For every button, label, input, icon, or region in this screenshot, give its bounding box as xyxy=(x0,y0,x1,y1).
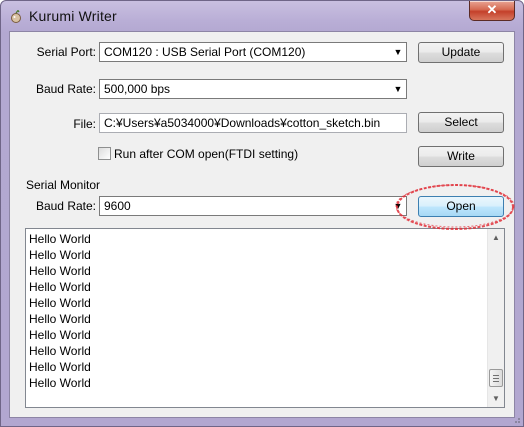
monitor-lines: Hello World Hello World Hello World Hell… xyxy=(29,231,91,391)
run-after-checkbox[interactable] xyxy=(98,147,111,160)
select-button[interactable]: Select xyxy=(418,112,504,133)
file-path-input[interactable]: C:¥Users¥a5034000¥Downloads¥cotton_sketc… xyxy=(99,113,407,133)
chevron-down-icon: ▼ xyxy=(393,47,403,57)
close-icon: ✕ xyxy=(486,2,498,17)
monitor-line: Hello World xyxy=(29,232,91,246)
title-bar[interactable]: Kurumi Writer ✕ xyxy=(1,1,523,31)
baud-rate-label: Baud Rate: xyxy=(35,82,96,96)
write-button[interactable]: Write xyxy=(418,146,504,167)
monitor-line: Hello World xyxy=(29,328,91,342)
scrollbar-thumb[interactable] xyxy=(489,369,503,387)
baud-rate-select[interactable]: 500,000 bps ▼ xyxy=(99,79,407,99)
close-button[interactable]: ✕ xyxy=(469,1,515,21)
monitor-line: Hello World xyxy=(29,344,91,358)
kurumi-app-icon xyxy=(11,10,21,23)
monitor-line: Hello World xyxy=(29,376,91,390)
window-title: Kurumi Writer xyxy=(29,8,117,24)
update-button[interactable]: Update xyxy=(418,42,504,63)
file-label: File: xyxy=(73,117,96,131)
serial-monitor-heading: Serial Monitor xyxy=(26,178,101,192)
monitor-baud-rate-select[interactable]: 9600 ▼ xyxy=(99,196,407,216)
monitor-scrollbar[interactable]: ▲ ▼ xyxy=(487,229,504,407)
serial-port-label: Serial Port: xyxy=(36,45,96,59)
serial-monitor-output[interactable]: Hello World Hello World Hello World Hell… xyxy=(25,228,505,408)
serial-port-select[interactable]: COM120 : USB Serial Port (COM120) ▼ xyxy=(99,42,407,62)
monitor-line: Hello World xyxy=(29,280,91,294)
monitor-baud-rate-value: 9600 xyxy=(104,199,131,213)
monitor-line: Hello World xyxy=(29,312,91,326)
client-area: Serial Port: COM120 : USB Serial Port (C… xyxy=(9,31,515,418)
scroll-down-icon[interactable]: ▼ xyxy=(488,390,504,407)
serial-port-value: COM120 : USB Serial Port (COM120) xyxy=(104,45,306,59)
monitor-line: Hello World xyxy=(29,264,91,278)
monitor-line: Hello World xyxy=(29,296,91,310)
monitor-baud-rate-label: Baud Rate: xyxy=(35,199,96,213)
open-button[interactable]: Open xyxy=(418,196,504,217)
app-window: Kurumi Writer ✕ Serial Port: COM120 : US… xyxy=(0,0,524,427)
monitor-line: Hello World xyxy=(29,248,91,262)
run-after-label: Run after COM open(FTDI setting) xyxy=(114,147,299,161)
chevron-down-icon: ▼ xyxy=(393,201,403,211)
baud-rate-value: 500,000 bps xyxy=(104,82,171,96)
scroll-up-icon[interactable]: ▲ xyxy=(488,229,504,246)
chevron-down-icon: ▼ xyxy=(393,84,403,94)
resize-grip-icon[interactable] xyxy=(511,414,521,424)
monitor-line: Hello World xyxy=(29,360,91,374)
